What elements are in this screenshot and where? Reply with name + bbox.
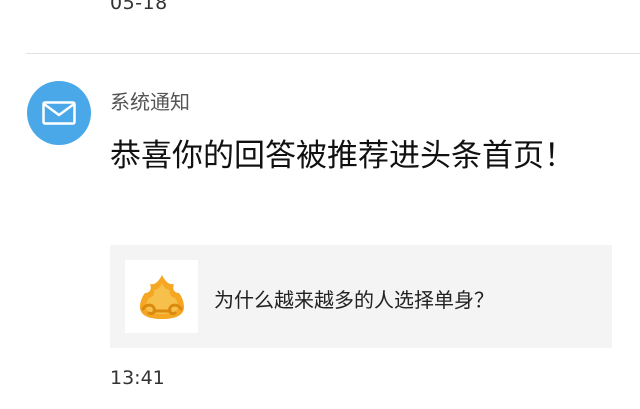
linked-question-card[interactable]: 为什么越来越多的人选择单身？	[110, 245, 612, 348]
notification-timestamp: 13:41	[110, 367, 165, 389]
message-divider	[26, 53, 640, 54]
mail-envelope-icon	[42, 101, 76, 125]
notification-screen: 05-18 系统通知 恭喜你的回答被推荐进头条首页！ 为什么越来越多的人选择单身…	[0, 0, 640, 409]
question-thumbnail	[125, 260, 198, 333]
system-notification-avatar[interactable]	[27, 81, 91, 145]
question-title: 为什么越来越多的人选择单身？	[214, 288, 494, 312]
golden-crown-logo-icon	[139, 274, 184, 319]
notification-message: 恭喜你的回答被推荐进头条首页！	[110, 138, 575, 174]
sender-name: 系统通知	[110, 90, 190, 114]
previous-message-timestamp: 05-18	[110, 0, 168, 14]
